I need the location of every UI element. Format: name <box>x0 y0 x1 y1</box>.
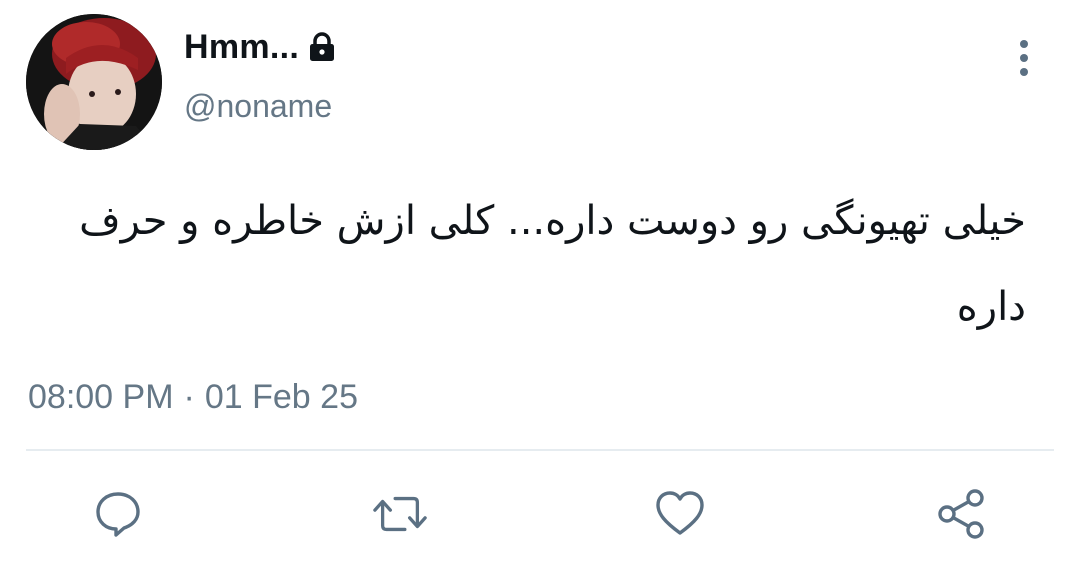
more-options-button[interactable] <box>1004 36 1044 80</box>
avatar-image <box>26 14 162 150</box>
tweet-time[interactable]: 08:00 PM <box>28 378 174 417</box>
user-handle[interactable]: @noname <box>184 88 332 125</box>
tweet-card: Hmm... @noname خیلی تهیونگی رو دوست داره… <box>0 0 1080 574</box>
lock-icon <box>307 31 337 63</box>
divider <box>26 449 1054 451</box>
display-name-row[interactable]: Hmm... <box>184 26 337 68</box>
tweet-date[interactable]: 01 Feb 25 <box>205 378 358 417</box>
avatar[interactable] <box>26 14 162 150</box>
tweet-text: خیلی تهیونگی رو دوست داره... کلی ازش خاط… <box>79 198 1026 330</box>
display-name[interactable]: Hmm... <box>184 28 299 67</box>
share-icon <box>938 489 984 539</box>
timestamp[interactable]: 08:00 PM · 01 Feb 25 <box>28 378 358 417</box>
like-button[interactable] <box>652 486 708 542</box>
more-vertical-icon <box>1020 40 1028 76</box>
retweet-icon <box>373 496 427 532</box>
heart-icon <box>656 491 704 535</box>
reply-bubble-icon <box>96 492 140 537</box>
share-button[interactable] <box>934 486 990 542</box>
reply-button[interactable] <box>90 486 146 542</box>
retweet-button[interactable] <box>372 486 428 542</box>
timestamp-separator: · <box>183 378 195 416</box>
